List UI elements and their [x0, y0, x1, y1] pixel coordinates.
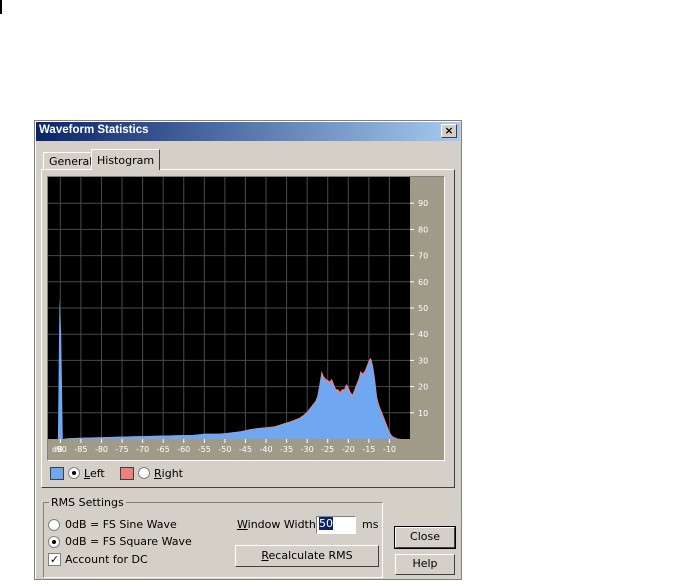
sine-wave-label[interactable]: 0dB = FS Sine Wave	[65, 518, 177, 531]
tab-histogram[interactable]: Histogram	[91, 149, 161, 170]
account-for-dc-label[interactable]: Account for DC	[65, 553, 148, 566]
right-channel-radio[interactable]	[138, 467, 150, 479]
right-channel-label[interactable]: Right	[154, 467, 183, 480]
x-tick-label: -55	[198, 445, 211, 454]
y-tick-label: 40	[418, 330, 428, 339]
x-tick-label: -50	[218, 445, 231, 454]
y-tick-label: 10	[418, 409, 428, 418]
x-tick-label: -45	[239, 445, 252, 454]
window-width-input[interactable]: 50	[316, 516, 356, 534]
histogram-chart: dB-90 -85 -80 -75 -70 -65 -60 -55 -50 -45 -40 -35 -3…	[48, 177, 444, 460]
x-tick-label: -75	[116, 445, 129, 454]
y-tick-label: 70	[418, 252, 428, 261]
x-tick-label: -15	[362, 445, 375, 454]
close-button[interactable]: Close	[394, 526, 456, 549]
sine-wave-radio[interactable]	[48, 519, 60, 531]
y-tick-label: 20	[418, 383, 428, 392]
y-tick-label: 90	[418, 199, 428, 208]
waveform-statistics-dialog: Waveform Statistics × General Histogram …	[34, 120, 462, 580]
x-tick-label: -35	[280, 445, 293, 454]
y-tick-label: 80	[418, 225, 428, 234]
x-tick-label: -40	[259, 445, 272, 454]
channel-legend: Left Right	[35, 466, 463, 484]
window-width-unit: ms	[362, 518, 379, 531]
recalculate-rms-button[interactable]: Recalculate RMS	[235, 545, 379, 567]
x-tick-label: -65	[157, 445, 170, 454]
x-tick-label: -60	[177, 445, 190, 454]
x-tick-label: -25	[321, 445, 334, 454]
x-tick-label: -10	[383, 445, 396, 454]
y-tick-label: 60	[418, 278, 428, 287]
left-channel-label[interactable]: Left	[84, 467, 105, 480]
rms-settings-title: RMS Settings	[49, 496, 126, 509]
window-title: Waveform Statistics	[39, 124, 149, 136]
right-color-swatch[interactable]	[120, 467, 134, 480]
x-tick-label: -80	[95, 445, 108, 454]
title-bar[interactable]: Waveform Statistics ×	[36, 122, 460, 141]
square-wave-radio[interactable]	[48, 536, 60, 548]
x-tick-label: -20	[342, 445, 355, 454]
close-icon[interactable]: ×	[441, 124, 457, 138]
square-wave-label[interactable]: 0dB = FS Square Wave	[65, 535, 192, 548]
y-tick-label: 30	[418, 356, 428, 365]
x-tick-label: -85	[74, 445, 87, 454]
account-for-dc-checkbox[interactable]: ✓	[48, 553, 61, 566]
window-width-label: Window Width:	[237, 518, 320, 531]
x-tick-label: -70	[136, 445, 149, 454]
x-tick-label: -30	[301, 445, 314, 454]
x-tick-label: -90	[54, 445, 67, 454]
left-channel-radio[interactable]	[68, 467, 80, 479]
y-tick-label: 50	[418, 304, 428, 313]
left-color-swatch[interactable]	[50, 467, 64, 480]
help-button[interactable]: Help	[395, 554, 455, 575]
text-cursor	[0, 0, 2, 14]
